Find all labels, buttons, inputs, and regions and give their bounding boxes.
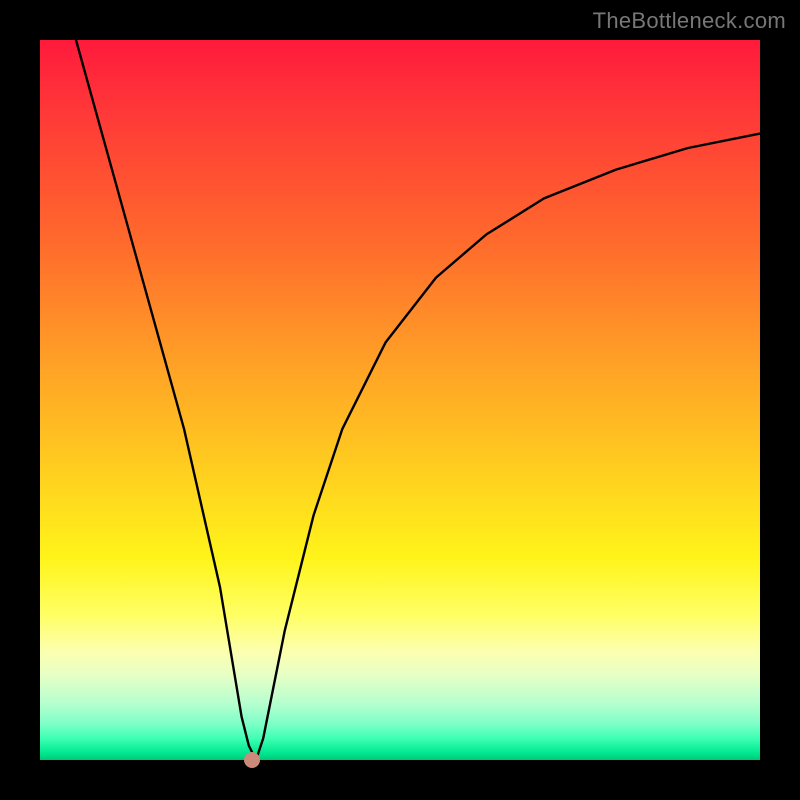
bottleneck-curve-path <box>76 40 760 760</box>
watermark-text: TheBottleneck.com <box>593 8 786 34</box>
plot-area <box>40 40 760 760</box>
chart-frame: TheBottleneck.com <box>0 0 800 800</box>
optimal-point-marker <box>244 752 260 768</box>
bottleneck-curve <box>40 40 760 760</box>
